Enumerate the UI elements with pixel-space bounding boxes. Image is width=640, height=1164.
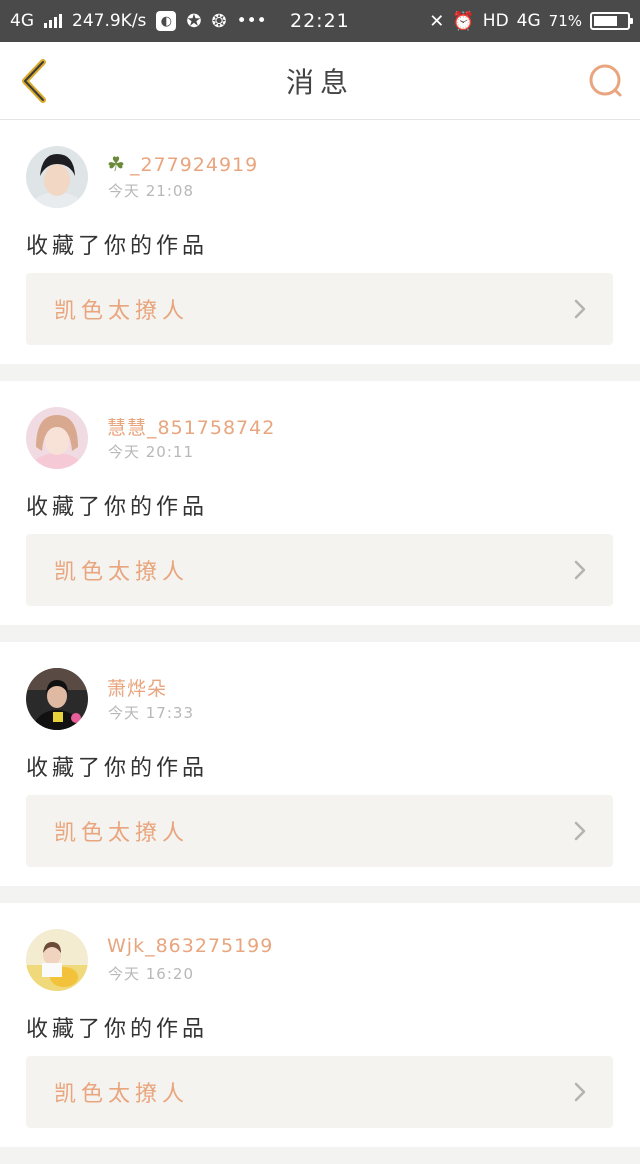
work-title: 凯色太撩人 xyxy=(54,1082,190,1107)
browser-icon: ◐ xyxy=(156,11,177,31)
chevron-right-icon xyxy=(574,299,586,319)
hd-indicator: HD xyxy=(482,11,509,31)
battery-fill xyxy=(594,16,617,26)
work-link[interactable]: 凯色太撩人 xyxy=(26,273,613,345)
nav-bar: 消息 xyxy=(0,42,640,120)
chevron-right-icon xyxy=(574,1082,586,1102)
battery-icon xyxy=(590,12,633,30)
work-link[interactable]: 凯色太撩人 xyxy=(26,1056,613,1128)
search-icon xyxy=(589,64,622,97)
alarm-icon: ⏰ xyxy=(452,10,475,32)
action-text: 收藏了你的作品 xyxy=(26,495,209,520)
battery-percent: 71% xyxy=(548,12,582,30)
timestamp: 今天 20:11 xyxy=(108,443,194,461)
avatar[interactable] xyxy=(26,146,88,208)
avatar[interactable] xyxy=(26,407,88,469)
work-link[interactable]: 凯色太撩人 xyxy=(26,795,613,867)
search-button[interactable] xyxy=(586,60,626,102)
status-bar: 4G 247.9K/s ◐ ✪ ❂ ••• 22:21 ✕ ⏰ HD 4G 71… xyxy=(0,0,640,42)
message-list: ☘ _277924919 今天 21:08 收藏了你的作品 凯色太撩人 慧慧_85… xyxy=(0,120,640,1164)
action-text: 收藏了你的作品 xyxy=(26,1017,209,1042)
action-text: 收藏了你的作品 xyxy=(26,756,209,781)
work-title: 凯色太撩人 xyxy=(54,821,190,846)
message-card: 萧烨朵 今天 17:33 收藏了你的作品 凯色太撩人 xyxy=(0,642,640,886)
signal-icon xyxy=(44,14,62,28)
wechat-icon: ❂ xyxy=(211,10,227,32)
chevron-right-icon xyxy=(574,560,586,580)
username[interactable]: 萧烨朵 xyxy=(107,674,167,701)
timestamp: 今天 21:08 xyxy=(108,182,194,200)
message-card: Wjk_863275199 今天 16:20 收藏了你的作品 凯色太撩人 xyxy=(0,903,640,1147)
mute-icon: ✕ xyxy=(429,10,445,32)
network-indicator: 4G xyxy=(10,11,34,31)
action-text: 收藏了你的作品 xyxy=(26,234,209,259)
message-card: ☘ _277924919 今天 21:08 收藏了你的作品 凯色太撩人 xyxy=(0,120,640,364)
network-indicator-2: 4G xyxy=(516,11,541,31)
timestamp: 今天 17:33 xyxy=(108,704,194,722)
username[interactable]: 慧慧_851758742 xyxy=(107,413,275,440)
page-title: 消息 xyxy=(285,66,354,99)
chevron-right-icon xyxy=(574,821,586,841)
qq-icon: ✪ xyxy=(186,10,202,32)
work-title: 凯色太撩人 xyxy=(54,560,190,585)
avatar[interactable] xyxy=(26,929,88,991)
network-speed: 247.9K/s xyxy=(72,11,147,31)
clock: 22:21 xyxy=(290,10,350,32)
work-link[interactable]: 凯色太撩人 xyxy=(26,534,613,606)
username[interactable]: ☘ _277924919 xyxy=(107,152,258,176)
username[interactable]: Wjk_863275199 xyxy=(107,935,273,957)
timestamp: 今天 16:20 xyxy=(108,965,194,983)
more-notifications-icon: ••• xyxy=(236,11,267,31)
clover-icon: ☘ xyxy=(107,152,126,176)
avatar[interactable] xyxy=(26,668,88,730)
work-title: 凯色太撩人 xyxy=(54,299,190,324)
message-card: 慧慧_851758742 今天 20:11 收藏了你的作品 凯色太撩人 xyxy=(0,381,640,625)
